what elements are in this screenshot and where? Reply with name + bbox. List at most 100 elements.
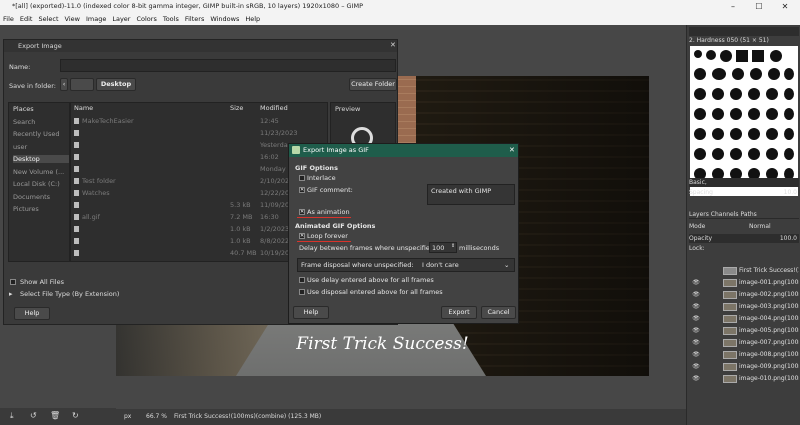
visibility-eye-icon[interactable]: 👁 — [691, 289, 701, 300]
visibility-eye-icon[interactable]: 👁 — [691, 373, 701, 384]
opacity-value[interactable]: 100.0 — [780, 234, 797, 243]
visibility-eye-icon[interactable]: 👁 — [691, 301, 701, 312]
unit-select[interactable]: px — [124, 409, 131, 425]
select-file-type-label[interactable]: Select File Type (By Extension) — [20, 290, 119, 298]
layer-row[interactable]: 👁image-010.png(100ms)( — [689, 373, 799, 384]
export-button[interactable]: Export — [441, 306, 477, 319]
modified-column-header[interactable]: Modified — [260, 104, 288, 112]
file-row[interactable]: MakeTechEasier 12:45 — [70, 117, 370, 128]
layer-row[interactable]: 👁image-002.png(100ms)( — [689, 289, 799, 300]
place-documents[interactable]: Documents — [13, 193, 50, 201]
export-help-button[interactable]: Help — [14, 307, 50, 320]
maximize-button[interactable]: ☐ — [748, 0, 770, 13]
zoom-select[interactable]: 66.7 % — [146, 409, 167, 425]
disposal-select[interactable]: Frame disposal where unspecified: I don'… — [297, 258, 515, 272]
place-desktop[interactable]: Desktop — [13, 155, 69, 163]
size-column-header[interactable]: Size — [230, 104, 243, 112]
menu-view[interactable]: View — [62, 13, 83, 25]
create-folder-button[interactable]: Create Folder — [349, 78, 397, 91]
menu-layer[interactable]: Layer — [109, 13, 133, 25]
menu-select[interactable]: Select — [35, 13, 61, 25]
save-icon[interactable]: ⤓ — [10, 411, 14, 421]
show-all-files-checkbox[interactable] — [10, 279, 16, 285]
use-disposal-label: Use disposal entered above for all frame… — [307, 288, 443, 296]
menu-image[interactable]: Image — [83, 13, 109, 25]
visibility-eye-icon[interactable]: 👁 — [691, 313, 701, 324]
visibility-eye-icon[interactable]: 👁 — [691, 325, 701, 336]
gif-dialog-title: Export Image as GIF — [289, 144, 518, 157]
close-icon[interactable]: ✕ — [390, 41, 396, 49]
layers-list: First Trick Success!(100ms) 👁image-001.p… — [687, 265, 800, 401]
gif-comment-checkbox[interactable]: ✕ — [299, 187, 305, 193]
show-all-files-label: Show All Files — [20, 278, 64, 286]
as-animation-label: As animation — [307, 208, 350, 216]
place-local-disk[interactable]: Local Disk (C:) — [13, 180, 60, 188]
filename-input[interactable] — [60, 59, 396, 72]
visibility-eye-icon[interactable]: 👁 — [691, 349, 701, 360]
tab-layers[interactable]: Layers — [689, 211, 709, 218]
interlace-checkbox[interactable] — [299, 175, 305, 181]
annotation-underline — [297, 241, 351, 242]
path-back-button[interactable]: ‹ — [60, 78, 68, 91]
gif-close-button[interactable]: ✕ — [509, 146, 515, 154]
visibility-eye-icon[interactable]: 👁 — [691, 277, 701, 288]
close-button[interactable]: ✕ — [774, 0, 796, 13]
spacing-value[interactable]: 10.0 — [784, 188, 797, 197]
file-row[interactable]: 11/23/2023 — [70, 129, 370, 140]
place-recent[interactable]: Recently Used — [13, 130, 59, 138]
gif-options-heading: GIF Options — [295, 164, 338, 172]
mode-select[interactable]: Normal — [749, 222, 771, 231]
expand-arrow-icon[interactable]: ▸ — [9, 290, 13, 298]
use-disposal-checkbox[interactable] — [299, 289, 305, 295]
name-column-header[interactable]: Name — [74, 104, 93, 112]
desktop-crumb[interactable]: Desktop — [96, 78, 136, 91]
menu-windows[interactable]: Windows — [207, 13, 242, 25]
gif-help-button[interactable]: Help — [293, 306, 329, 319]
menu-file[interactable]: File — [0, 13, 17, 25]
place-new-volume[interactable]: New Volume (... — [13, 168, 64, 176]
menu-edit[interactable]: Edit — [17, 13, 36, 25]
layer-row[interactable]: 👁image-005.png(100ms)( — [689, 325, 799, 336]
brush-filter[interactable] — [689, 27, 799, 36]
toolbox-bottom: ⤓ ↺ 🗑 ↻ — [0, 408, 116, 425]
menu-help[interactable]: Help — [242, 13, 263, 25]
menu-filters[interactable]: Filters — [182, 13, 207, 25]
brush-grid[interactable] — [690, 46, 798, 196]
place-search[interactable]: Search — [13, 118, 35, 126]
minimize-button[interactable]: – — [722, 0, 744, 13]
menu-colors[interactable]: Colors — [133, 13, 159, 25]
spacing-row[interactable]: Spacing 10.0 — [689, 188, 799, 197]
mode-row[interactable]: Mode Normal — [689, 222, 799, 231]
gif-comment-input[interactable]: Created with GIMP — [427, 184, 515, 205]
place-pictures[interactable]: Pictures — [13, 205, 39, 213]
loop-forever-checkbox[interactable]: ✕ — [299, 233, 305, 239]
visibility-eye-icon[interactable]: 👁 — [691, 361, 701, 372]
place-user[interactable]: user — [13, 143, 27, 151]
layer-row[interactable]: 👁image-008.png(100ms)( — [689, 349, 799, 360]
use-delay-checkbox[interactable] — [299, 277, 305, 283]
places-panel: Places Search Recently Used user Desktop… — [8, 102, 70, 262]
cancel-button[interactable]: Cancel — [481, 306, 516, 319]
delete-icon[interactable]: 🗑 — [50, 411, 60, 420]
window-title: *[all] (exported)-11.0 (indexed color 8-… — [12, 2, 364, 10]
export-gif-dialog: Export Image as GIF ✕ GIF Options Interl… — [288, 143, 519, 324]
as-animation-checkbox[interactable]: ✕ — [299, 209, 305, 215]
spinner-arrows-icon[interactable]: ⇕ — [451, 243, 455, 249]
layer-row[interactable]: 👁image-004.png(100ms)( — [689, 313, 799, 324]
opacity-row[interactable]: Opacity 100.0 — [689, 234, 799, 243]
layer-row[interactable]: 👁image-001.png(100ms)( — [689, 277, 799, 288]
undo-icon[interactable]: ↺ — [30, 411, 37, 420]
reset-icon[interactable]: ↻ — [72, 411, 79, 420]
save-in-label: Save in folder: — [9, 82, 56, 90]
brush-tag-field[interactable]: Basic, — [689, 178, 799, 187]
tab-paths[interactable]: Paths — [740, 211, 756, 218]
layer-row[interactable]: 👁image-009.png(100ms)( — [689, 361, 799, 372]
user-folder-crumb[interactable] — [70, 78, 94, 91]
layer-row[interactable]: 👁image-003.png(100ms)( — [689, 301, 799, 312]
layer-row[interactable]: 👁image-007.png(100ms)( — [689, 337, 799, 348]
interlace-label: Interlace — [307, 174, 336, 182]
layer-row[interactable]: First Trick Success!(100ms) — [689, 265, 799, 276]
tab-channels[interactable]: Channels — [711, 211, 739, 218]
menu-tools[interactable]: Tools — [160, 13, 182, 25]
visibility-eye-icon[interactable]: 👁 — [691, 337, 701, 348]
